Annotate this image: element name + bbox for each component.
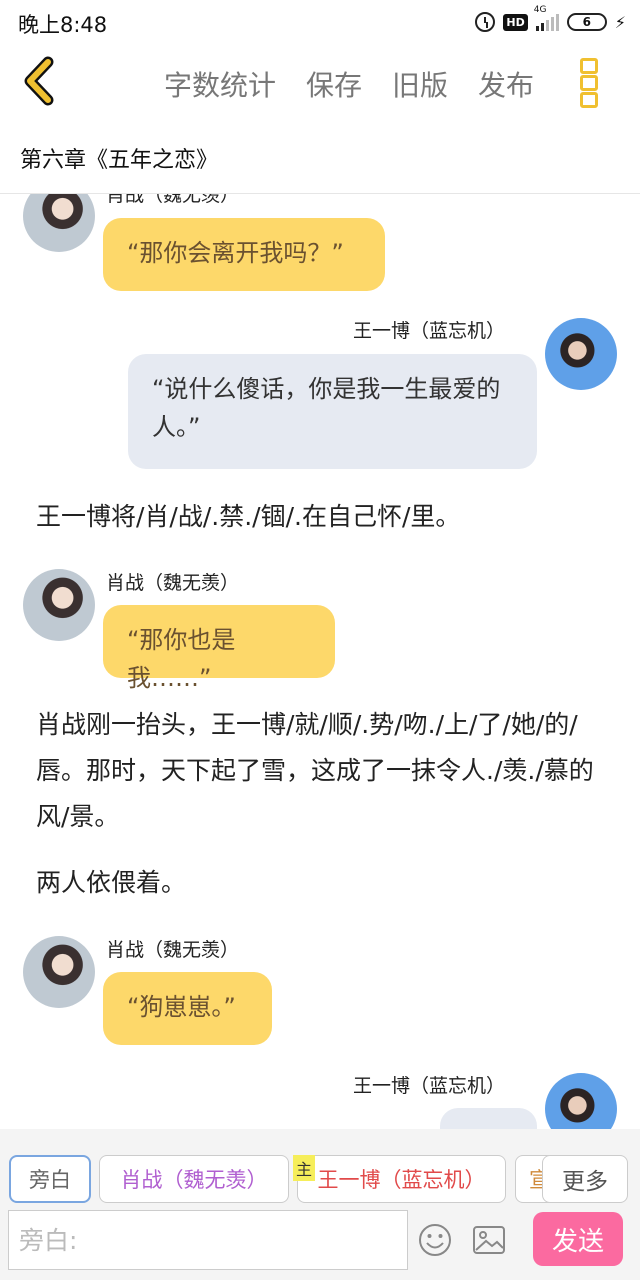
battery-level: 6	[582, 15, 591, 29]
top-bar: 字数统计 保存 旧版 发布	[0, 44, 640, 120]
narration-text[interactable]: 两人依偎着。	[36, 860, 616, 906]
alarm-icon	[475, 12, 496, 32]
toolbar-actions: 字数统计 保存 旧版 发布	[164, 64, 534, 104]
back-button[interactable]	[18, 56, 68, 106]
role-narrator[interactable]: 旁白	[9, 1155, 91, 1203]
status-time: 晚上8:48	[18, 13, 108, 37]
narration-text[interactable]: 肖战刚一抬头，王一博/就/顺/.势/吻./上/了/她/的/唇。那时，天下起了雪，…	[36, 702, 606, 840]
role-wang-yibo[interactable]: 王一博（蓝忘机）	[297, 1155, 506, 1203]
emoji-icon[interactable]	[418, 1223, 452, 1257]
network-label: 4G	[533, 5, 547, 15]
avatar	[23, 194, 95, 252]
speaker-name: 肖战（魏无羡）	[106, 194, 240, 206]
more-vertical-icon[interactable]	[578, 58, 600, 108]
image-icon[interactable]	[472, 1225, 506, 1255]
narration-input[interactable]	[8, 1210, 408, 1270]
dialogue-bubble[interactable]: “狗崽崽。”	[103, 972, 272, 1045]
publish-button[interactable]: 发布	[478, 64, 534, 104]
composer: 发送	[0, 1207, 640, 1280]
dialogue-bubble[interactable]: “那你会离开我吗？”	[103, 218, 385, 291]
send-button[interactable]: 发送	[533, 1212, 623, 1266]
narration-text[interactable]: 王一博将/肖/战/.禁./锢/.在自己怀/里。	[36, 494, 616, 540]
speaker-name: 肖战（魏无羡）	[106, 572, 240, 594]
speaker-name: 王一博（蓝忘机）	[353, 1075, 506, 1097]
role-xiao-zhan[interactable]: 肖战（魏无羡）	[99, 1155, 289, 1203]
avatar	[23, 569, 95, 641]
dialogue-bubble[interactable]	[440, 1108, 537, 1129]
signal-icon: 4G	[534, 5, 559, 31]
battery-icon: 6	[566, 13, 607, 31]
chevron-left-icon	[24, 56, 54, 106]
old-version-button[interactable]: 旧版	[392, 64, 448, 104]
chapter-title: 第六章《五年之恋》	[20, 148, 219, 173]
avatar	[545, 318, 617, 390]
speaker-name: 肖战（魏无羡）	[106, 939, 240, 961]
avatar	[545, 1073, 617, 1129]
status-bar: 晚上8:48 HD 4G 6 ⚡	[0, 0, 640, 44]
speaker-name: 王一博（蓝忘机）	[353, 320, 506, 342]
word-count-button[interactable]: 字数统计	[164, 64, 276, 104]
status-icons: HD 4G 6 ⚡	[475, 5, 626, 36]
avatar	[23, 936, 95, 1008]
charging-icon: ⚡	[614, 12, 626, 32]
more-roles-button[interactable]: 更多	[542, 1155, 628, 1203]
hd-icon: HD	[503, 13, 528, 31]
story-content[interactable]: 肖战（魏无羡） “那你会离开我吗？” 王一博（蓝忘机） “说什么傻话，你是我一生…	[0, 194, 640, 1129]
main-role-badge: 主	[293, 1155, 316, 1181]
dialogue-bubble[interactable]: “那你也是我……”	[103, 605, 335, 692]
save-button[interactable]: 保存	[306, 64, 362, 104]
dialogue-bubble[interactable]: “说什么傻话，你是我一生最爱的人。”	[128, 354, 537, 469]
